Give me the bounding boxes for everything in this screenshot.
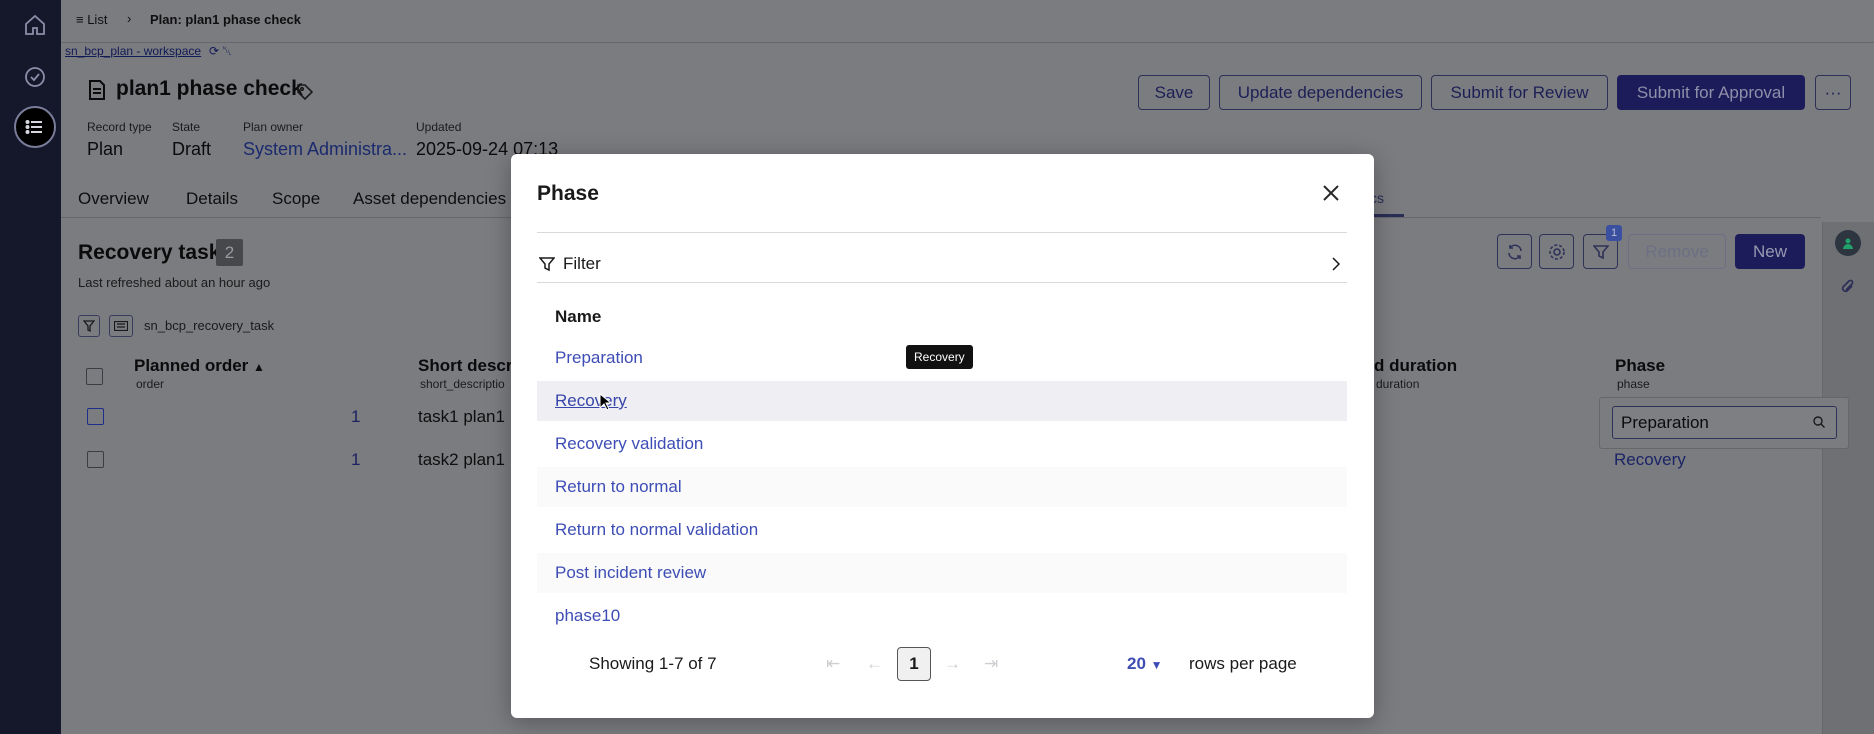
save-button[interactable]: Save <box>1138 75 1210 110</box>
workspace-link[interactable]: sn_bcp_plan - workspace <box>65 44 201 58</box>
name-column-header[interactable]: Name <box>555 307 601 327</box>
row-2-checkbox[interactable] <box>87 451 104 468</box>
tab-details[interactable]: Details <box>186 189 238 209</box>
row-1-order: 1 <box>351 407 361 426</box>
hover-tooltip: Recovery <box>906 345 973 369</box>
phase-option-link[interactable]: Post incident review <box>555 563 706 583</box>
filter-funnel-icon <box>539 257 555 272</box>
row-2-short-description[interactable]: task2 plan1 <box>418 450 505 470</box>
lookup-search-icon[interactable] <box>1812 415 1826 434</box>
phase-option-link[interactable]: Return to normal <box>555 477 682 497</box>
home-icon[interactable] <box>14 4 56 46</box>
row-1-checkbox[interactable] <box>87 408 104 425</box>
phase-option-link[interactable]: Preparation <box>555 348 643 368</box>
document-icon <box>87 79 107 106</box>
left-nav-rail <box>0 0 61 734</box>
state-value: Draft <box>172 139 212 159</box>
submit-for-approval-button[interactable]: Submit for Approval <box>1617 75 1805 110</box>
refresh-workspace-icon[interactable]: ⟳ ␀ <box>209 44 232 59</box>
state-label: State <box>172 120 201 134</box>
col-header-short-description[interactable]: Short descri <box>418 356 517 376</box>
phase-option-link[interactable]: Return to normal validation <box>555 520 758 540</box>
phase-option-row[interactable]: Recovery <box>537 381 1347 421</box>
current-page-button[interactable]: 1 <box>897 647 931 681</box>
plan-owner-label: Plan owner <box>243 120 304 134</box>
tab-scope[interactable]: Scope <box>272 189 320 209</box>
phase-option-link[interactable]: Recovery validation <box>555 434 703 454</box>
col-sub-duration: duration <box>1376 377 1420 391</box>
prev-page-icon[interactable]: ← <box>866 654 883 674</box>
refresh-icon[interactable] <box>1497 234 1532 269</box>
tag-icon[interactable] <box>296 83 314 106</box>
row-1-short-description[interactable]: task1 plan1 <box>418 407 505 427</box>
update-dependencies-button[interactable]: Update dependencies <box>1219 75 1422 110</box>
header-divider <box>61 42 1874 43</box>
plan-owner-link[interactable]: System Administra... <box>243 139 407 160</box>
last-refreshed-text: Last refreshed about an hour ago <box>78 275 271 290</box>
select-all-checkbox[interactable] <box>86 368 103 385</box>
gear-icon[interactable] <box>1539 234 1574 269</box>
new-button[interactable]: New <box>1735 234 1805 269</box>
phase-option-row[interactable]: Recovery validation <box>537 424 1347 464</box>
col-sub-phase: phase <box>1617 377 1650 391</box>
col-sub-order: order <box>136 377 165 391</box>
filter-bar[interactable]: Filter <box>537 246 1347 282</box>
tab-asset-dependencies[interactable]: Asset dependencies <box>353 189 506 209</box>
phase-reference-input[interactable]: Preparation <box>1612 406 1837 439</box>
pagination-summary: Showing 1-7 of 7 <box>589 654 717 673</box>
sort-ascending-icon: ▲ <box>253 360 265 374</box>
paperclip-icon[interactable] <box>1840 278 1856 301</box>
chevron-right-icon: › <box>127 11 132 26</box>
modal-title: Phase <box>537 182 599 205</box>
updated-label: Updated <box>416 120 462 134</box>
list-title: Recovery task <box>78 241 221 264</box>
phase-option-row[interactable]: Post incident review <box>537 553 1347 593</box>
col-sub-short-description: short_descriptio <box>420 377 505 391</box>
col-header-planned-order[interactable]: Planned order ▲ <box>134 356 265 376</box>
modal-divider-top <box>537 232 1347 233</box>
agent-avatar-icon[interactable] <box>1835 230 1861 256</box>
rows-per-page-select[interactable]: 20 ▼ <box>1127 654 1163 674</box>
close-icon[interactable] <box>1321 183 1341 208</box>
filter-count-badge: 1 <box>1606 225 1622 241</box>
tab-overview[interactable]: Overview <box>78 189 149 209</box>
phase-option-link[interactable]: phase10 <box>555 606 620 626</box>
record-title: plan1 phase check <box>116 77 303 100</box>
table-name-label: sn_bcp_recovery_task <box>144 318 275 333</box>
filter-label: Filter <box>563 254 601 273</box>
filter-toggle-icon[interactable] <box>78 315 100 337</box>
record-type-label: Record type <box>87 120 152 134</box>
col-header-duration[interactable]: d duration <box>1374 356 1457 376</box>
check-circle-icon[interactable] <box>14 56 56 98</box>
remove-button[interactable]: Remove <box>1628 234 1726 269</box>
next-page-icon[interactable]: → <box>944 654 961 674</box>
mouse-cursor-icon <box>599 392 613 416</box>
phase-input-value: Preparation <box>1621 412 1709 432</box>
breadcrumb-list[interactable]: ≡ List <box>76 12 107 27</box>
last-page-icon[interactable]: ⇥ <box>984 654 998 674</box>
row-2-phase-link[interactable]: Recovery <box>1614 450 1686 470</box>
modal-divider-filter <box>537 282 1347 283</box>
row-2-order: 1 <box>351 450 361 469</box>
submit-for-review-button[interactable]: Submit for Review <box>1431 75 1608 110</box>
list-layout-icon[interactable] <box>109 315 133 337</box>
breadcrumb-current: Plan: plan1 phase check <box>150 12 302 27</box>
col-header-phase[interactable]: Phase <box>1615 356 1665 376</box>
rows-per-page-label: rows per page <box>1189 654 1297 673</box>
phase-option-row[interactable]: Return to normal validation <box>537 510 1347 550</box>
first-page-icon[interactable]: ⇤ <box>826 654 840 674</box>
record-type-value: Plan <box>87 139 124 159</box>
phase-option-row[interactable]: Return to normal <box>537 467 1347 507</box>
phase-option-row[interactable]: phase10 <box>537 596 1347 636</box>
list-count-badge: 2 <box>216 239 243 266</box>
phase-option-link[interactable]: Recovery <box>555 391 627 411</box>
caret-down-icon: ▼ <box>1150 658 1163 672</box>
chevron-right-icon <box>1332 257 1341 271</box>
more-actions-button[interactable]: ··· <box>1815 75 1851 110</box>
list-menu-icon[interactable] <box>14 106 56 148</box>
